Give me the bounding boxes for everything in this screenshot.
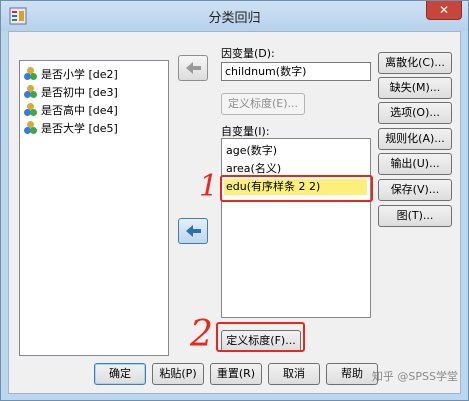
independent-variable-list[interactable]: age(数字) area(名义) edu(有序样条 2 2): [221, 138, 371, 318]
window-title: 分类回归: [208, 11, 261, 26]
scale-variable-icon: [24, 85, 38, 99]
options-button[interactable]: 选项(O)...: [378, 102, 452, 124]
independent-label: 自变量(I):: [221, 125, 270, 138]
reset-button[interactable]: 重置(R): [210, 363, 262, 385]
scale-variable-icon: [24, 121, 38, 135]
missing-button[interactable]: 缺失(M)...: [378, 77, 452, 99]
list-item-label: 是否大学 [de5]: [41, 122, 118, 135]
list-item[interactable]: age(数字): [224, 143, 277, 159]
close-icon: ✕: [438, 3, 450, 17]
dialog-window: 分类回归 ✕ 是否小学 [de2] 是否初中 [de3] 是否高中 [de4] …: [0, 0, 469, 401]
title-bar[interactable]: 分类回归 ✕: [1, 1, 468, 31]
list-item-label: 是否小学 [de2]: [41, 68, 118, 81]
list-item[interactable]: 是否初中 [de3]: [24, 84, 118, 101]
ok-button[interactable]: 确定: [94, 363, 146, 385]
scale-variable-icon: [24, 103, 38, 117]
annotation-mark-1: 1: [199, 169, 219, 204]
dependent-label: 因变量(D):: [221, 47, 275, 60]
list-item[interactable]: 是否大学 [de5]: [24, 120, 118, 137]
scale-variable-icon: [24, 67, 38, 81]
list-item[interactable]: 是否小学 [de2]: [24, 66, 118, 83]
list-item-label: 是否初中 [de3]: [41, 86, 118, 99]
paste-button[interactable]: 粘贴(P): [152, 363, 204, 385]
save-button[interactable]: 保存(V)...: [378, 179, 452, 201]
list-item[interactable]: 是否高中 [de4]: [24, 102, 118, 119]
source-variable-list[interactable]: 是否小学 [de2] 是否初中 [de3] 是否高中 [de4] 是否大学 [d…: [19, 60, 169, 356]
arrow-left-icon: [186, 225, 201, 237]
move-to-independent-button[interactable]: [178, 218, 208, 244]
dependent-define-scale-button[interactable]: 定义标度(E)...: [221, 93, 305, 115]
close-button[interactable]: ✕: [426, 1, 462, 20]
arrow-left-icon: [186, 62, 201, 74]
regularization-button[interactable]: 规则化(A)...: [378, 128, 452, 150]
output-button[interactable]: 输出(U)...: [378, 153, 452, 175]
annotation-mark-2: 2: [190, 314, 213, 355]
list-item-label: 是否高中 [de4]: [41, 104, 118, 117]
move-to-dependent-button[interactable]: [178, 55, 208, 81]
dependent-field[interactable]: childnum(数字): [221, 62, 371, 81]
help-button[interactable]: 帮助: [326, 363, 378, 385]
plots-button[interactable]: 图(T)...: [378, 205, 452, 227]
highlight-box-define-scale: [216, 322, 305, 352]
highlight-box-edu: [220, 175, 373, 202]
cancel-button[interactable]: 取消: [268, 363, 320, 385]
discretization-button[interactable]: 离散化(C)...: [378, 52, 452, 74]
watermark: 知乎 @SPSS学堂: [371, 370, 458, 383]
